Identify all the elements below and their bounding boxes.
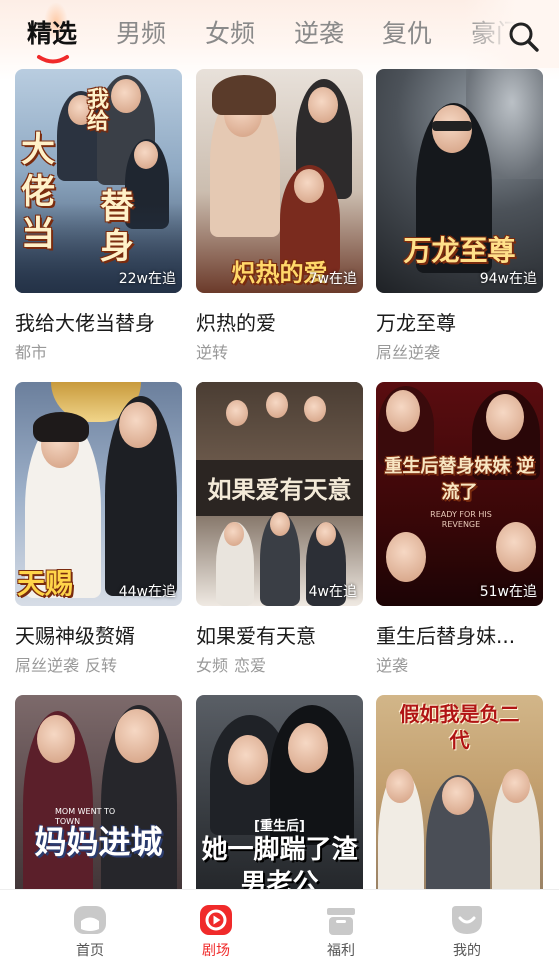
drama-tag: 女频 <box>196 656 229 675</box>
nav-label: 剧场 <box>202 943 230 959</box>
drama-card[interactable]: [重生后] 她一脚踹了渣男老公 <box>196 695 363 891</box>
drama-title: 如果爱有天意 <box>196 624 316 648</box>
poster-title-text: 如果爱有天意 <box>207 475 352 504</box>
drama-card[interactable]: 天赐 44w在追 天赐神级赘婿 屌丝逆袭 反转 <box>15 382 182 676</box>
drama-tag: 反转 <box>85 656 118 675</box>
drama-tag: 屌丝逆袭 <box>376 343 441 362</box>
nav-item-theater[interactable]: 剧场 <box>176 904 256 960</box>
poster-title-text: 重生后替身妹妹 逆流了 <box>384 456 535 503</box>
drama-title: 我给大佬当替身 <box>15 311 155 335</box>
tab-comeback[interactable]: 逆袭 <box>294 16 344 52</box>
drama-poster: 炽热的爱 7w在追 <box>196 69 363 293</box>
poster-title-text: 万龙至尊 <box>403 234 516 267</box>
drama-poster: 假如我是负二代 <box>376 695 543 891</box>
theater-play-icon <box>200 905 232 935</box>
category-tabs: 精选 男频 女频 逆袭 复仇 豪门 <box>0 0 559 68</box>
drama-card[interactable]: MOM WENT TO TOWN 妈妈进城 <box>15 695 182 891</box>
drama-card[interactable]: 如果爱有天意 4w在追 如果爱有天意 女频 恋爱 <box>196 382 363 676</box>
poster-badge-text: [重生后] <box>254 819 305 834</box>
bottom-navigation: 首页 剧场 福利 我的 <box>0 889 559 970</box>
drama-poster: 万龙至尊 94w在追 <box>376 69 543 293</box>
poster-title-text: 替身 <box>100 187 134 267</box>
drama-poster: MOM WENT TO TOWN 妈妈进城 <box>15 695 182 891</box>
followers-count: 7w在追 <box>308 271 357 287</box>
followers-count: 44w在追 <box>118 584 176 600</box>
drama-poster: 重生后替身妹妹 逆流了 READY FOR HIS REVENGE 51w在追 <box>376 382 543 606</box>
drama-card[interactable]: 万龙至尊 94w在追 万龙至尊 屌丝逆袭 <box>376 69 543 363</box>
tab-revenge[interactable]: 复仇 <box>382 16 432 52</box>
profile-icon <box>452 906 482 934</box>
drama-tag: 都市 <box>15 343 48 362</box>
drama-tag: 屌丝逆袭 <box>15 656 80 675</box>
home-icon <box>74 906 106 934</box>
drama-grid: 我给 大佬当 替身 22w在追 我给大佬当替身 都市 炽热的爱 7w在追 炽热的… <box>0 69 559 891</box>
drama-tag: 逆转 <box>196 343 229 362</box>
drama-title: 炽热的爱 <box>196 311 276 335</box>
nav-label: 首页 <box>76 943 104 959</box>
drama-card[interactable]: 假如我是负二代 <box>376 695 543 891</box>
search-icon[interactable] <box>507 20 541 54</box>
tab-female-channel[interactable]: 女频 <box>205 16 255 52</box>
nav-label: 福利 <box>327 943 355 959</box>
drama-title: 天赐神级赘婿 <box>15 624 135 648</box>
followers-count: 4w在追 <box>308 584 357 600</box>
drama-tags: 逆袭 <box>376 656 543 676</box>
active-tab-underline <box>37 55 69 64</box>
drama-poster: 天赐 44w在追 <box>15 382 182 606</box>
poster-title-text: 妈妈进城 <box>34 823 163 861</box>
nav-label: 我的 <box>453 943 481 959</box>
drama-tags: 屌丝逆袭 <box>376 343 543 363</box>
drama-tags: 屌丝逆袭 反转 <box>15 656 182 676</box>
poster-title-text: 她一脚踹了渣男老公 <box>201 835 358 891</box>
poster-subtitle-text: READY FOR HIS REVENGE <box>430 510 492 529</box>
drama-tags: 逆转 <box>196 343 363 363</box>
drama-tag: 恋爱 <box>234 656 267 675</box>
tab-featured[interactable]: 精选 <box>27 16 77 52</box>
drama-tags: 都市 <box>15 343 182 363</box>
nav-item-rewards[interactable]: 福利 <box>301 904 381 960</box>
drama-tag: 逆袭 <box>376 656 409 675</box>
followers-count: 22w在追 <box>118 271 176 287</box>
drama-poster: 我给 大佬当 替身 22w在追 <box>15 69 182 293</box>
followers-count: 51w在追 <box>479 584 537 600</box>
nav-item-home[interactable]: 首页 <box>50 904 130 960</box>
followers-count: 94w在追 <box>479 271 537 287</box>
drama-title: 重生后替身妹... <box>376 624 516 648</box>
drama-poster: [重生后] 她一脚踹了渣男老公 <box>196 695 363 891</box>
drama-tags: 女频 恋爱 <box>196 656 363 676</box>
tab-male-channel[interactable]: 男频 <box>116 16 166 52</box>
drama-poster: 如果爱有天意 4w在追 <box>196 382 363 606</box>
poster-title-text: 假如我是负二代 <box>399 702 520 752</box>
drama-card[interactable]: 炽热的爱 7w在追 炽热的爱 逆转 <box>196 69 363 363</box>
nav-item-profile[interactable]: 我的 <box>427 904 507 960</box>
drama-card[interactable]: 我给 大佬当 替身 22w在追 我给大佬当替身 都市 <box>15 69 182 363</box>
drama-title: 万龙至尊 <box>376 311 456 335</box>
gift-icon <box>327 908 355 935</box>
drama-card[interactable]: 重生后替身妹妹 逆流了 READY FOR HIS REVENGE 51w在追 … <box>376 382 543 676</box>
